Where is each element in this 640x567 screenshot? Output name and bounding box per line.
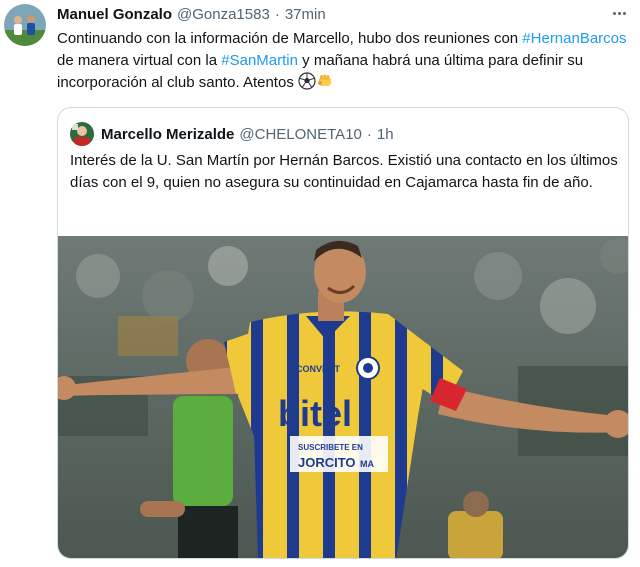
quoted-author-avatar[interactable] (70, 122, 94, 146)
quoted-author-handle[interactable]: @CHELONETA10 (239, 126, 361, 143)
jersey-ad-line3: MA (360, 459, 374, 469)
jersey-kit-brand: CONVERT (296, 364, 341, 374)
jersey-ad-line1: SUSCRIBETE EN (298, 443, 363, 452)
tweet[interactable]: Manuel Gonzalo @Gonza1583 · 37min Contin… (0, 0, 640, 567)
quoted-tweet-text: Interés de la U. San Martín por Hernán B… (70, 152, 618, 191)
jersey-ad-line2: JORCITO (298, 455, 356, 470)
separator-dot: · (366, 125, 372, 143)
more-options-icon[interactable] (608, 4, 630, 22)
author-avatar[interactable] (4, 4, 46, 46)
tweet-text: Continuando con la información de Marcel… (57, 28, 629, 94)
jersey-sponsor-text: bitel (278, 393, 352, 434)
punch-icon (317, 74, 331, 86)
author-avatar-image (4, 4, 46, 46)
quoted-tweet-header: Marcello Merizalde @CHELONETA10 · 1h (101, 124, 394, 144)
tweet-header: Manuel Gonzalo @Gonza1583 · 37min (57, 4, 326, 24)
quoted-tweet[interactable]: Marcello Merizalde @CHELONETA10 · 1h Int… (57, 107, 629, 559)
tweet-text-segment: de manera virtual con la (57, 52, 222, 69)
player-celebration-image: bitel SUSCRIBETE EN JORCITO MA CONVERT (58, 236, 628, 558)
quoted-tweet-photo[interactable]: bitel SUSCRIBETE EN JORCITO MA CONVERT (58, 236, 628, 558)
quoted-tweet-time[interactable]: 1h (377, 126, 394, 143)
author-name[interactable]: Manuel Gonzalo (57, 6, 172, 23)
author-handle[interactable]: @Gonza1583 (177, 6, 270, 23)
hashtag-hernanbarcos[interactable]: #HernanBarcos (522, 30, 626, 47)
tweet-time[interactable]: 37min (285, 6, 326, 23)
quoted-author-name[interactable]: Marcello Merizalde (101, 126, 234, 143)
soccer-ball-icon (298, 72, 316, 90)
separator-dot: · (274, 5, 280, 23)
tweet-text-segment: Continuando con la información de Marcel… (57, 30, 523, 47)
quoted-author-avatar-image (70, 122, 94, 146)
hashtag-sanmartin[interactable]: #SanMartin (221, 52, 298, 69)
